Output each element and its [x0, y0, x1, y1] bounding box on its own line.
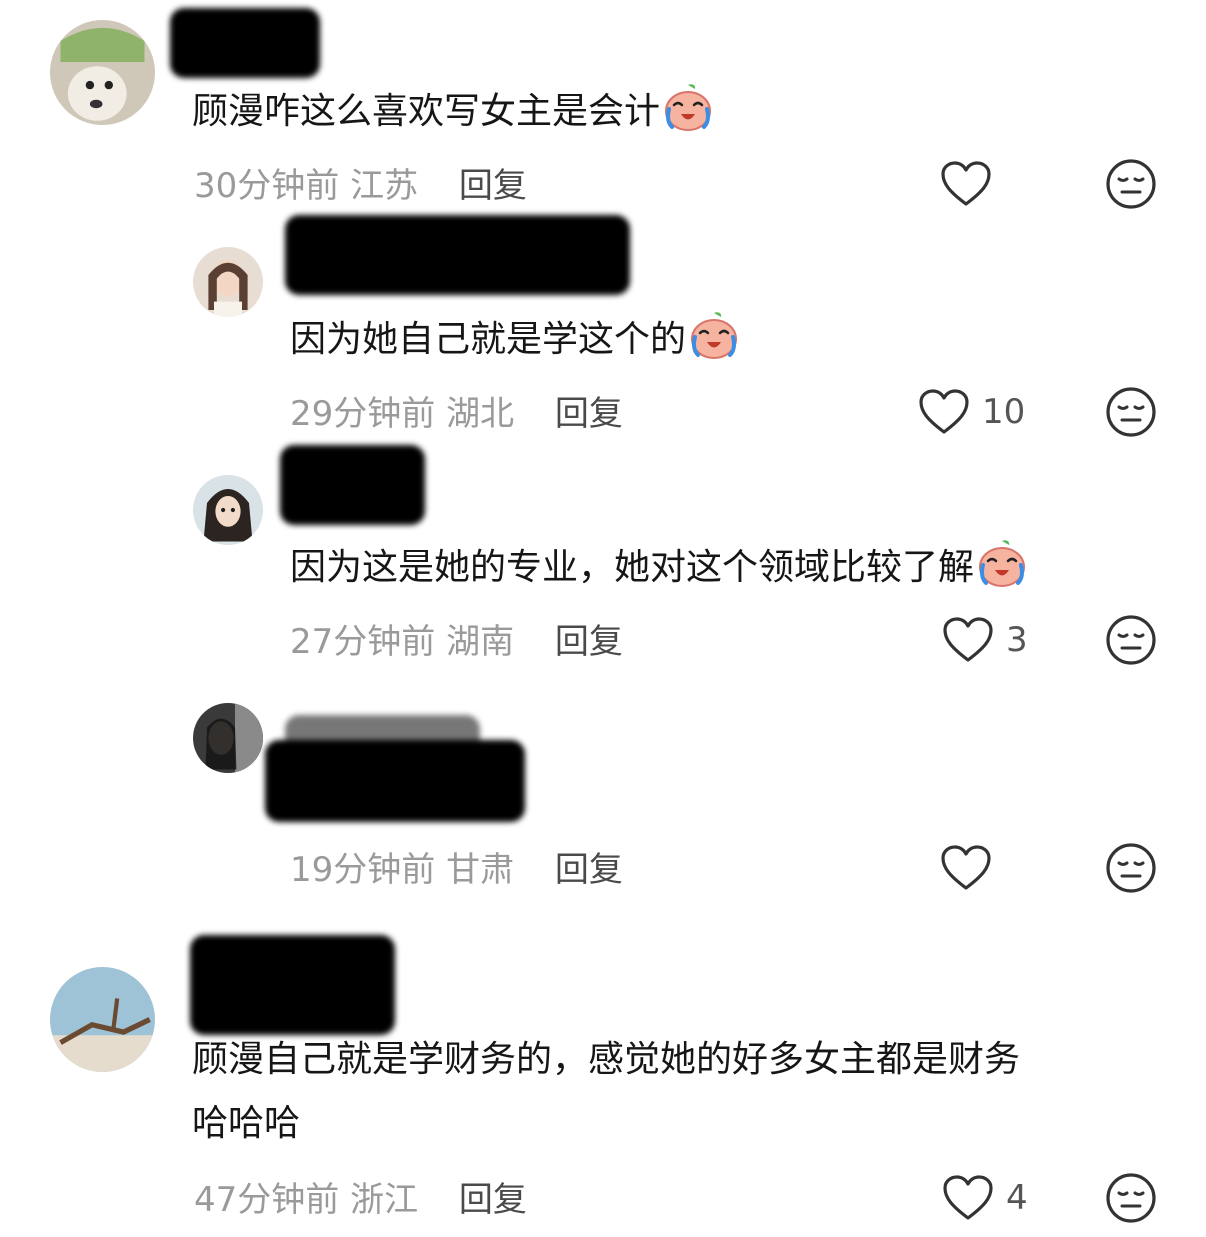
- comment-location: 甘肃: [446, 850, 515, 890]
- comment-text: 顾漫咋这么喜欢写女主是会计: [192, 80, 714, 144]
- meh-face-icon[interactable]: [1105, 1172, 1157, 1224]
- reply-button[interactable]: 回复: [555, 850, 623, 890]
- heart-outline-icon: [918, 388, 970, 436]
- like-count: 3: [1006, 620, 1028, 660]
- crying-laugh-emoji: [688, 309, 740, 361]
- comment-time: 30分钟前: [194, 166, 340, 206]
- like-button[interactable]: 3: [942, 612, 1028, 668]
- heart-outline-icon: [942, 1174, 994, 1222]
- comment-time: 27分钟前: [290, 622, 436, 662]
- meh-face-icon[interactable]: [1105, 842, 1157, 894]
- comment-location: 浙江: [350, 1180, 419, 1220]
- comment-text: 因为她自己就是学这个的: [290, 308, 740, 372]
- comment-meta: 29分钟前 湖北 回复: [290, 386, 623, 435]
- meh-face-icon[interactable]: [1105, 614, 1157, 666]
- avatar[interactable]: [50, 967, 155, 1072]
- like-count: 10: [982, 392, 1026, 432]
- redacted-username: [170, 8, 320, 78]
- like-button[interactable]: 10: [918, 384, 1025, 440]
- comment-text: 顾漫自己就是学财务的，感觉她的好多女主都是财务 哈哈哈: [192, 1039, 1021, 1144]
- like-button[interactable]: [940, 840, 992, 896]
- heart-outline-icon: [940, 844, 992, 892]
- reply-button[interactable]: 回复: [459, 1180, 527, 1220]
- avatar[interactable]: [193, 475, 263, 545]
- avatar[interactable]: [50, 20, 155, 125]
- redacted-comment-text: [265, 740, 525, 822]
- comment-location: 湖南: [446, 622, 515, 662]
- like-button[interactable]: 4: [942, 1170, 1028, 1226]
- reply-button[interactable]: 回复: [555, 394, 623, 434]
- reply-button[interactable]: 回复: [555, 622, 623, 662]
- comment-meta: 27分钟前 湖南 回复: [290, 614, 623, 663]
- redacted-username: [190, 935, 395, 1035]
- avatar[interactable]: [193, 703, 263, 773]
- comment-location: 湖北: [446, 394, 515, 434]
- crying-laugh-emoji: [976, 537, 1028, 589]
- reply-button[interactable]: 回复: [459, 166, 527, 206]
- crying-laugh-emoji: [662, 81, 714, 133]
- like-count: 4: [1006, 1178, 1028, 1218]
- redacted-username: [280, 445, 425, 525]
- comment-meta: 30分钟前 江苏 回复: [194, 158, 527, 207]
- comment-time: 29分钟前: [290, 394, 436, 434]
- comment-meta: 47分钟前 浙江 回复: [194, 1172, 527, 1221]
- avatar[interactable]: [193, 247, 263, 317]
- redacted-username: [285, 215, 630, 295]
- meh-face-icon[interactable]: [1105, 158, 1157, 210]
- comment-location: 江苏: [350, 166, 419, 206]
- meh-face-icon[interactable]: [1105, 386, 1157, 438]
- comment-text: 因为这是她的专业，她对这个领域比较了解: [290, 536, 1028, 600]
- heart-outline-icon: [940, 160, 992, 208]
- comment-meta: 19分钟前 甘肃 回复: [290, 842, 623, 891]
- heart-outline-icon: [942, 616, 994, 664]
- like-button[interactable]: [940, 156, 992, 212]
- comment-time: 19分钟前: [290, 850, 436, 890]
- comment-time: 47分钟前: [194, 1180, 340, 1220]
